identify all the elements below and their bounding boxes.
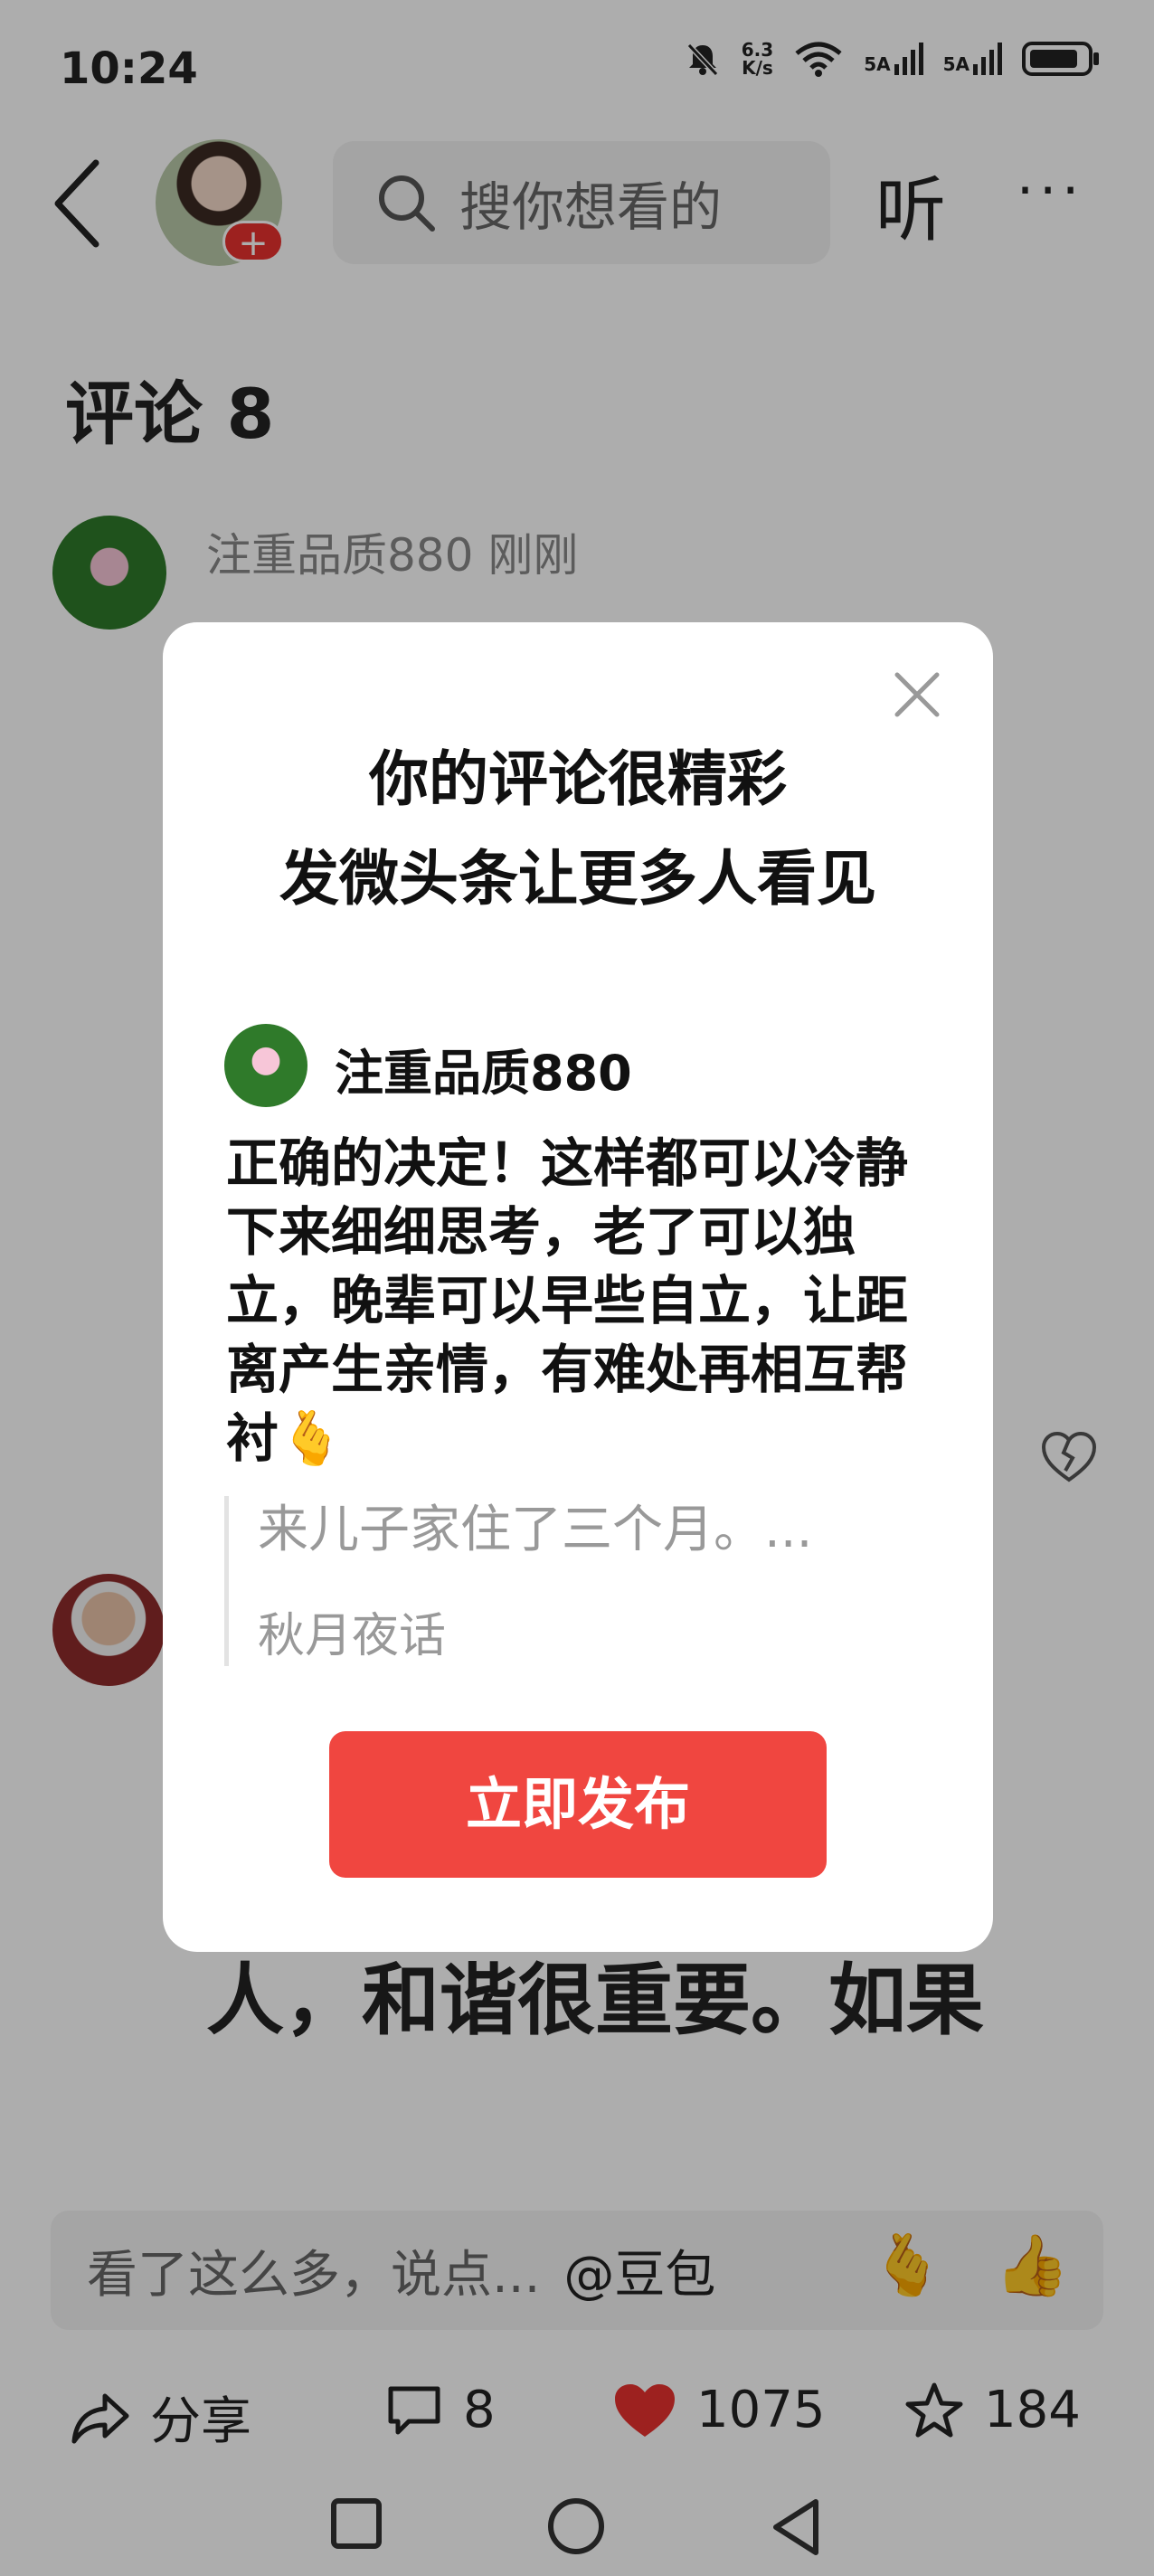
publish-button[interactable]: 立即发布 [329, 1731, 827, 1878]
dialog-title-line1: 你的评论很精彩 [369, 744, 787, 814]
share-to-post-dialog: 你的评论很精彩 发微头条让更多人看见 注重品质880 正确的决定！这样都可以冷静… [163, 622, 993, 1952]
quoted-article-author: 秋月夜话 [258, 1609, 447, 1663]
dialog-comment-body: 正确的决定！这样都可以冷静下来细细思考，老了可以独立，晚辈可以早些自立，让距离产… [226, 1132, 909, 1469]
quoted-article: 来儿子家住了三个月。... 秋月夜话 [224, 1496, 912, 1666]
dialog-title-line2: 发微头条让更多人看见 [279, 844, 876, 914]
user-avatar [224, 1024, 307, 1107]
close-icon[interactable] [890, 668, 944, 722]
quoted-article-title: 来儿子家住了三个月。... [258, 1501, 813, 1559]
dialog-username: 注重品质880 [335, 1045, 632, 1102]
